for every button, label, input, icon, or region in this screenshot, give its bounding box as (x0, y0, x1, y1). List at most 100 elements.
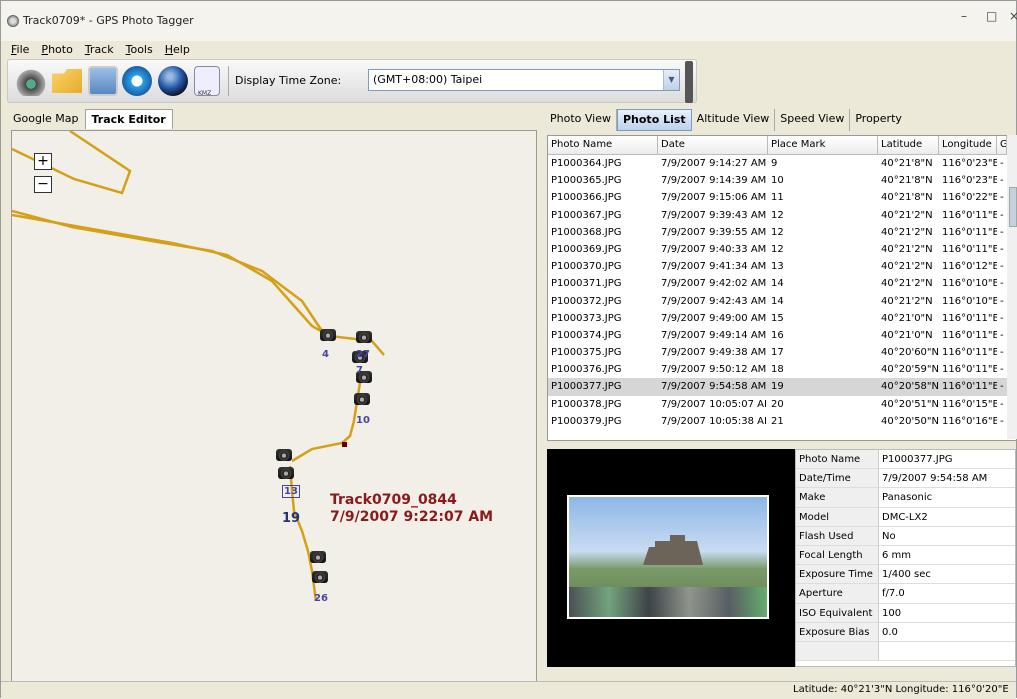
table-row[interactable]: P1000366.JPG 7/9/2007 9:15:06 AM 11 40°21'8… (548, 189, 1016, 206)
menu-item[interactable]: Tools (120, 41, 159, 61)
table-cell: 116°0'11"E (942, 226, 997, 238)
table-cell: 17 (771, 347, 784, 359)
column-header[interactable]: Latitude (878, 136, 939, 154)
table-cell: 15 (771, 312, 784, 324)
property-key: Focal Length (796, 545, 879, 565)
table-cell: 7/9/2007 9:49:14 AM (661, 329, 767, 341)
google-earth-icon[interactable] (158, 66, 188, 96)
table-cell: - (1000, 329, 1004, 341)
table-row[interactable]: P1000365.JPG 7/9/2007 9:14:39 AM 10 40°21'8… (548, 172, 1016, 189)
table-cell: 20 (771, 398, 784, 410)
table-row[interactable]: P1000378.JPG 7/9/2007 10:05:07 AI 20 40°20'… (548, 396, 1016, 413)
marker-number: 10 (356, 415, 370, 426)
table-row[interactable]: P1000367.JPG 7/9/2007 9:39:43 AM 12 40°21'2… (548, 207, 1016, 224)
zoom-in-button[interactable]: + (34, 153, 52, 170)
tab-property[interactable]: Property (850, 109, 907, 131)
app-window: Track0709* - GPS Photo Tagger – □ × File… (0, 0, 1017, 699)
track-map[interactable]: + − 4 27 7 10 13 19 26 Track0709_0844 7/… (11, 130, 537, 682)
camera-marker-icon[interactable] (354, 393, 370, 405)
column-header[interactable]: Place Mark (768, 136, 878, 154)
table-cell: - (1000, 209, 1004, 221)
title-bar: Track0709* - GPS Photo Tagger – □ × (1, 1, 1017, 41)
property-key: Photo Name (796, 450, 879, 469)
tab-altitude-view[interactable]: Altitude View (692, 109, 776, 131)
vertical-scrollbar[interactable] (1007, 135, 1017, 439)
photo-preview (547, 449, 795, 667)
tab-photo-view[interactable]: Photo View (545, 109, 617, 131)
table-body: P1000364.JPG 7/9/2007 9:14:27 AM 9 40°21'8"… (548, 155, 1016, 430)
menu-item[interactable]: Help (159, 41, 196, 61)
camera-marker-icon[interactable] (356, 331, 372, 343)
property-row (796, 641, 1015, 662)
table-row[interactable]: P1000377.JPG 7/9/2007 9:54:58 AM 19 40°20'5… (548, 378, 1016, 396)
table-row[interactable]: P1000373.JPG 7/9/2007 9:49:00 AM 15 40°21'0… (548, 310, 1016, 327)
table-row[interactable]: P1000376.JPG 7/9/2007 9:50:12 AM 18 40°20'5… (548, 361, 1016, 378)
property-row: Make Panasonic (796, 488, 1015, 508)
close-button[interactable]: × (1009, 9, 1017, 23)
table-cell: 7/9/2007 9:42:02 AM (661, 278, 767, 290)
timezone-select[interactable]: (GMT+08:00) Taipei ▼ (368, 69, 680, 91)
column-header[interactable]: Photo Name (548, 136, 658, 154)
toolbar-grip[interactable] (685, 61, 693, 103)
property-value: f/7.0 (882, 588, 905, 600)
table-row[interactable]: P1000379.JPG 7/9/2007 10:05:38 AI 21 40°20'… (548, 413, 1016, 430)
table-cell: 7/9/2007 9:54:58 AM (661, 381, 767, 393)
column-header[interactable]: Longitude (939, 136, 997, 154)
table-cell: - (1000, 192, 1004, 204)
table-cell: 9 (771, 158, 778, 169)
camera-marker-icon[interactable] (276, 449, 292, 461)
column-header[interactable]: G (997, 136, 1007, 154)
table-row[interactable]: P1000374.JPG 7/9/2007 9:49:14 AM 16 40°21'0… (548, 327, 1016, 344)
table-cell: 40°21'0"N (881, 329, 933, 341)
camera-marker-icon[interactable] (312, 571, 328, 583)
marker-number: 26 (314, 593, 328, 604)
table-row[interactable]: P1000371.JPG 7/9/2007 9:42:02 AM 14 40°21'2… (548, 275, 1016, 292)
tab-photo-list[interactable]: Photo List (616, 109, 692, 131)
table-row[interactable]: P1000372.JPG 7/9/2007 9:42:43 AM 14 40°21'2… (548, 293, 1016, 310)
menu-item[interactable]: Track (79, 41, 120, 61)
table-row[interactable]: P1000368.JPG 7/9/2007 9:39:55 AM 12 40°21'2… (548, 224, 1016, 241)
table-row[interactable]: P1000364.JPG 7/9/2007 9:14:27 AM 9 40°21'8"… (548, 155, 1016, 172)
table-row[interactable]: P1000370.JPG 7/9/2007 9:41:34 AM 13 40°21'2… (548, 258, 1016, 275)
camera-marker-icon[interactable] (278, 467, 294, 479)
menu-item[interactable]: Photo (35, 41, 78, 61)
table-cell: 40°21'2"N (881, 278, 933, 290)
track-path (12, 131, 385, 602)
chevron-down-icon[interactable]: ▼ (663, 70, 679, 90)
maximize-button[interactable]: □ (986, 9, 997, 23)
table-cell: 7/9/2007 10:05:07 AI (661, 398, 767, 410)
minimize-button[interactable]: – (961, 9, 967, 23)
table-row[interactable]: P1000375.JPG 7/9/2007 9:49:38 AM 17 40°20'6… (548, 344, 1016, 361)
table-cell: P1000374.JPG (551, 329, 622, 341)
google-map-icon[interactable] (122, 66, 152, 96)
open-folder-icon[interactable] (52, 69, 82, 93)
camera-marker-icon[interactable] (320, 329, 336, 341)
camera-marker-icon[interactable] (310, 551, 326, 563)
table-cell: 40°20'59"N (881, 364, 939, 376)
zoom-out-button[interactable]: − (34, 176, 52, 193)
photos-icon[interactable] (88, 66, 118, 96)
property-value: DMC-LX2 (882, 511, 928, 523)
table-cell: P1000365.JPG (551, 175, 622, 187)
menu-item[interactable]: File (5, 41, 35, 61)
table-cell: 40°20'51"N (881, 398, 939, 410)
exif-property-table: Photo Name P1000377.JPG Date/Time 7/9/2007 … (795, 449, 1016, 667)
table-row[interactable]: P1000369.JPG 7/9/2007 9:40:33 AM 12 40°21'2… (548, 241, 1016, 258)
tab-track-editor[interactable]: Track Editor (84, 109, 173, 129)
table-cell: 40°21'2"N (881, 243, 933, 255)
scanner-icon[interactable] (16, 66, 46, 96)
column-header[interactable]: Date (658, 136, 768, 154)
marker-number: 27 (356, 349, 370, 360)
table-cell: 7/9/2007 9:39:55 AM (661, 226, 767, 238)
tab-speed-view[interactable]: Speed View (775, 109, 851, 131)
property-row: Date/Time 7/9/2007 9:54:58 AM (796, 469, 1015, 489)
table-cell: 14 (771, 295, 784, 307)
photo-thumbnail[interactable] (567, 495, 769, 619)
property-value: 1/400 sec (882, 569, 931, 581)
tab-google-map[interactable]: Google Map (7, 109, 85, 129)
scrollbar-thumb[interactable] (1009, 187, 1017, 227)
table-cell: P1000371.JPG (551, 278, 622, 290)
crowd-image (569, 587, 767, 617)
marker-number: 19 (282, 511, 301, 526)
table-cell: 7/9/2007 10:05:38 AI (661, 415, 767, 427)
